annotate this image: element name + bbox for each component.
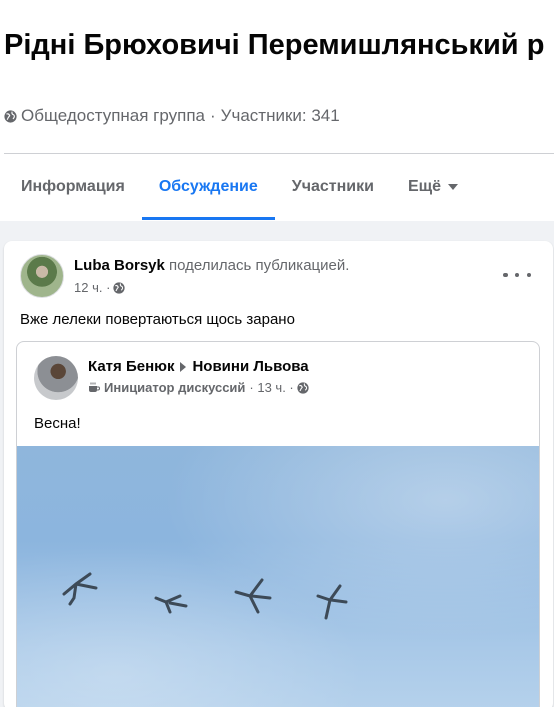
- tab-members[interactable]: Участники: [275, 154, 391, 220]
- stork-icon: [316, 584, 348, 620]
- post-author[interactable]: Luba Borsyk: [74, 257, 165, 274]
- stork-icon: [234, 578, 272, 614]
- tab-information[interactable]: Информация: [4, 154, 142, 220]
- shared-text: Весна!: [34, 415, 81, 432]
- shared-time[interactable]: · 13 ч. ·: [249, 380, 293, 395]
- post-timestamp: 12 ч. ·: [74, 280, 126, 295]
- chevron-down-icon: [448, 184, 459, 190]
- arrow-right-icon: [180, 361, 187, 372]
- coffee-cup-icon: [89, 382, 100, 392]
- post-time-text[interactable]: 12 ч. ·: [74, 280, 110, 295]
- post-action: поделилась публикацией.: [169, 257, 350, 274]
- privacy-label: Общедоступная группа: [21, 106, 205, 125]
- stork-icon: [62, 572, 98, 606]
- shared-meta: Инициатор дискуссий · 13 ч. ·: [88, 380, 309, 395]
- tab-discussion[interactable]: Обсуждение: [141, 154, 275, 220]
- tab-members-label: Участники: [291, 178, 374, 195]
- post-text: Вже лелеки повертаються щось зарано: [20, 311, 295, 328]
- avatar[interactable]: [20, 254, 64, 298]
- group-tabs: Информация Обсуждение Участники Ещё: [4, 154, 475, 220]
- post-header: Luba Borsyk поделилась публикацией.: [74, 257, 349, 274]
- tab-more-label: Ещё: [407, 178, 442, 195]
- group-title: Рідні Брюховичі Перемишлянський р: [4, 29, 545, 61]
- shared-badge: Инициатор дискуссий: [104, 380, 246, 395]
- group-header: Рідні Брюховичі Перемишлянський р Общедо…: [0, 0, 554, 221]
- more-options-icon[interactable]: [503, 265, 531, 285]
- post-card: Luba Borsyk поделилась публикацией. 12 ч…: [4, 241, 553, 707]
- shared-avatar[interactable]: [34, 356, 78, 400]
- globe-icon: [297, 381, 309, 394]
- tab-discussion-label: Обсуждение: [158, 178, 258, 195]
- post-photo[interactable]: [17, 446, 539, 707]
- tab-more[interactable]: Ещё: [391, 154, 475, 220]
- shared-author[interactable]: Катя Бенюк: [88, 358, 174, 375]
- globe-icon: [4, 109, 17, 123]
- tab-information-label: Информация: [21, 178, 125, 195]
- members-count[interactable]: Участники: 341: [221, 106, 340, 126]
- meta-separator: ·: [210, 106, 216, 125]
- shared-post[interactable]: Катя Бенюк Новини Львова Инициатор диску…: [16, 341, 540, 707]
- shared-header: Катя Бенюк Новини Львова: [88, 358, 309, 375]
- shared-target-group[interactable]: Новини Львова: [192, 358, 308, 375]
- group-meta: Общедоступная группа · Участники: 341: [4, 106, 340, 126]
- stork-icon: [154, 594, 188, 614]
- globe-icon: [113, 281, 126, 294]
